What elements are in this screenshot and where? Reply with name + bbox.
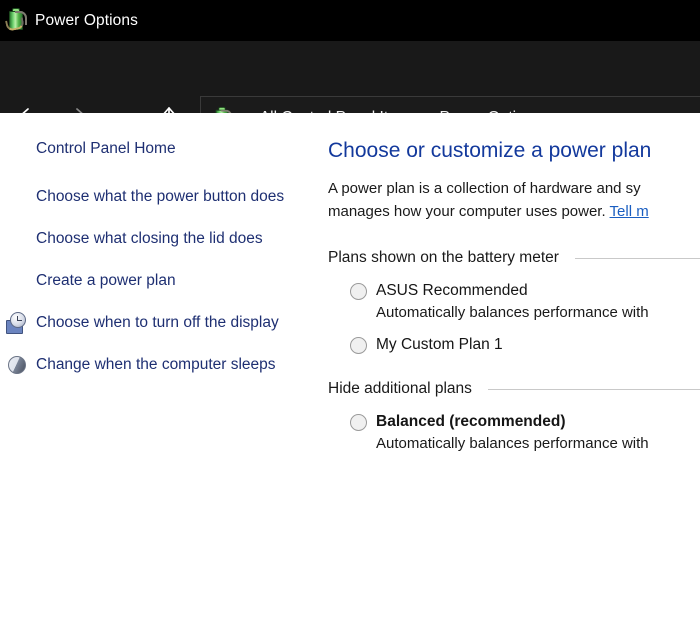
- plan-row[interactable]: My Custom Plan 1: [350, 336, 700, 354]
- display-clock-icon: [6, 312, 28, 334]
- radio-balanced[interactable]: [350, 414, 367, 431]
- plan-description: Automatically balances performance with: [376, 435, 700, 452]
- section-divider: [488, 389, 700, 390]
- sidebar-item-computer-sleeps[interactable]: Change when the computer sleeps: [36, 353, 286, 376]
- page-title: Choose or customize a power plan: [328, 139, 700, 163]
- sidebar-item-power-button[interactable]: Choose what the power button does: [36, 185, 286, 208]
- section-heading-row[interactable]: Hide additional plans: [328, 380, 700, 398]
- plan-balanced[interactable]: Balanced (recommended) Automatically bal…: [350, 413, 700, 452]
- page-description-line1: A power plan is a collection of hardware…: [328, 180, 641, 197]
- plan-label: My Custom Plan 1: [376, 336, 503, 354]
- section-divider: [575, 258, 700, 259]
- sidebar: Control Panel Home Choose what the power…: [0, 113, 320, 376]
- battery-plug-icon: [5, 8, 27, 34]
- section-heading: Plans shown on the battery meter: [328, 249, 559, 267]
- power-options-window: Power Options: [0, 0, 700, 637]
- sidebar-item-turn-off-display[interactable]: Choose when to turn off the display: [36, 311, 286, 334]
- sleep-moon-icon: [6, 354, 28, 376]
- navigation-bar: « All Control Panel Items › Power Option…: [0, 41, 700, 113]
- section-additional-plans: Hide additional plans Balanced (recommen…: [328, 380, 700, 452]
- plan-row[interactable]: Balanced (recommended): [350, 413, 700, 431]
- plan-label: ASUS Recommended: [376, 282, 528, 300]
- tell-me-more-link[interactable]: Tell m: [610, 203, 649, 220]
- page-description-line2: manages how your computer uses power.: [328, 203, 610, 220]
- page-description: A power plan is a collection of hardware…: [328, 177, 700, 223]
- sidebar-item-control-panel-home[interactable]: Control Panel Home: [36, 137, 286, 160]
- sidebar-item-label: Choose when to turn off the display: [36, 314, 279, 331]
- radio-my-custom-plan-1[interactable]: [350, 337, 367, 354]
- plan-row[interactable]: ASUS Recommended: [350, 282, 700, 300]
- plan-label: Balanced (recommended): [376, 413, 566, 431]
- sidebar-item-label: Change when the computer sleeps: [36, 356, 276, 373]
- hide-additional-plans-toggle[interactable]: Hide additional plans: [328, 380, 472, 398]
- section-battery-meter-plans: Plans shown on the battery meter ASUS Re…: [328, 249, 700, 354]
- plan-description: Automatically balances performance with: [376, 304, 700, 321]
- plan-asus-recommended[interactable]: ASUS Recommended Automatically balances …: [350, 282, 700, 321]
- sidebar-item-closing-lid[interactable]: Choose what closing the lid does: [36, 227, 286, 250]
- title-bar: Power Options: [0, 0, 700, 41]
- section-heading-row: Plans shown on the battery meter: [328, 249, 700, 267]
- plan-my-custom-plan-1[interactable]: My Custom Plan 1: [350, 336, 700, 354]
- main-pane: Choose or customize a power plan A power…: [320, 113, 700, 452]
- content-area: Control Panel Home Choose what the power…: [0, 113, 700, 637]
- sidebar-item-create-power-plan[interactable]: Create a power plan: [36, 269, 286, 292]
- radio-asus-recommended[interactable]: [350, 283, 367, 300]
- window-title: Power Options: [35, 12, 138, 30]
